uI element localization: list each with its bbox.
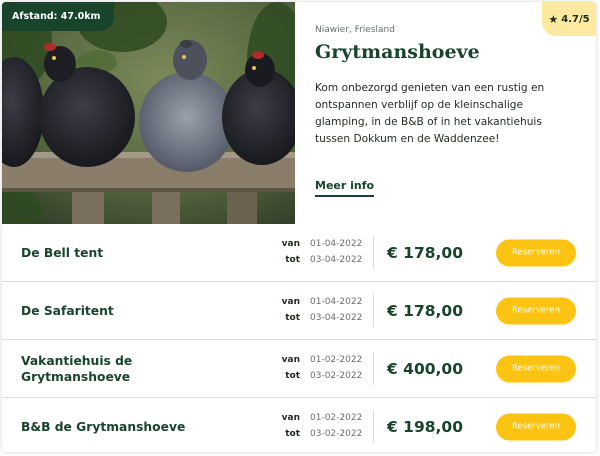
distance-badge: Afstand: 47.0km <box>2 2 115 31</box>
offer-dates: van 01-02-2022 tot 03-02-2022 <box>272 410 363 442</box>
to-label: tot <box>285 371 300 381</box>
to-label: tot <box>285 255 300 265</box>
offer-dates: van 01-04-2022 tot 03-04-2022 <box>272 294 363 326</box>
reserve-button[interactable]: Reserveren <box>496 297 576 324</box>
offer-price: € 178,00 <box>387 301 463 320</box>
listing-location: Niawier, Friesland <box>315 25 395 35</box>
offer-name: B&B de Grytmanshoeve <box>21 419 186 434</box>
divider <box>373 236 374 269</box>
from-label: van <box>281 239 300 249</box>
listing-card: Afstand: 47.0km ★ 4.7/5 Niawier, Friesla… <box>2 2 596 452</box>
to-label: tot <box>285 429 300 439</box>
divider <box>373 294 374 327</box>
more-info-link[interactable]: Meer info <box>315 179 375 197</box>
divider <box>373 410 374 443</box>
listing-title: Grytmanshoeve <box>315 41 480 63</box>
from-label: van <box>281 413 300 423</box>
offer-price: € 198,00 <box>387 417 463 436</box>
from-date: 01-04-2022 <box>310 297 363 307</box>
offer-name: De Safaritent <box>21 303 114 318</box>
rating-value: 4.7/5 <box>561 13 590 25</box>
to-date: 03-04-2022 <box>310 313 363 323</box>
divider <box>373 352 374 385</box>
listing-description: Kom onbezorgd genieten van een rustig en… <box>315 82 545 145</box>
offer-name: Vakantiehuis de Grytmanshoeve <box>21 353 133 384</box>
offer-dates: van 01-04-2022 tot 03-04-2022 <box>272 236 363 268</box>
from-date: 01-02-2022 <box>310 355 363 365</box>
to-label: tot <box>285 313 300 323</box>
to-date: 03-04-2022 <box>310 255 363 265</box>
offers-list: De Bell tent van 01-04-2022 tot 03-04-2022… <box>2 224 596 452</box>
star-icon: ★ <box>548 12 559 26</box>
to-date: 03-02-2022 <box>310 371 363 381</box>
from-label: van <box>281 297 300 307</box>
reserve-button[interactable]: Reserveren <box>496 413 576 440</box>
offer-row: Vakantiehuis de Grytmanshoeve van 01-02-2… <box>2 340 596 398</box>
from-date: 01-02-2022 <box>310 413 363 423</box>
to-date: 03-02-2022 <box>310 429 363 439</box>
from-date: 01-04-2022 <box>310 239 363 249</box>
rating-badge: ★ 4.7/5 <box>542 2 596 36</box>
chickens-on-fence-photo <box>2 2 295 224</box>
offer-row: De Safaritent van 01-04-2022 tot 03-04-202… <box>2 282 596 340</box>
offer-name: De Bell tent <box>21 245 104 260</box>
offer-row: De Bell tent van 01-04-2022 tot 03-04-2022… <box>2 224 596 282</box>
reserve-button[interactable]: Reserveren <box>496 239 576 266</box>
from-label: van <box>281 355 300 365</box>
listing-photo[interactable]: Afstand: 47.0km <box>2 2 295 224</box>
offer-dates: van 01-02-2022 tot 03-02-2022 <box>272 352 363 384</box>
offer-price: € 178,00 <box>387 243 463 262</box>
reserve-button[interactable]: Reserveren <box>496 355 576 382</box>
offer-row: B&B de Grytmanshoeve van 01-02-2022 tot 03… <box>2 398 596 452</box>
offer-price: € 400,00 <box>387 359 463 378</box>
